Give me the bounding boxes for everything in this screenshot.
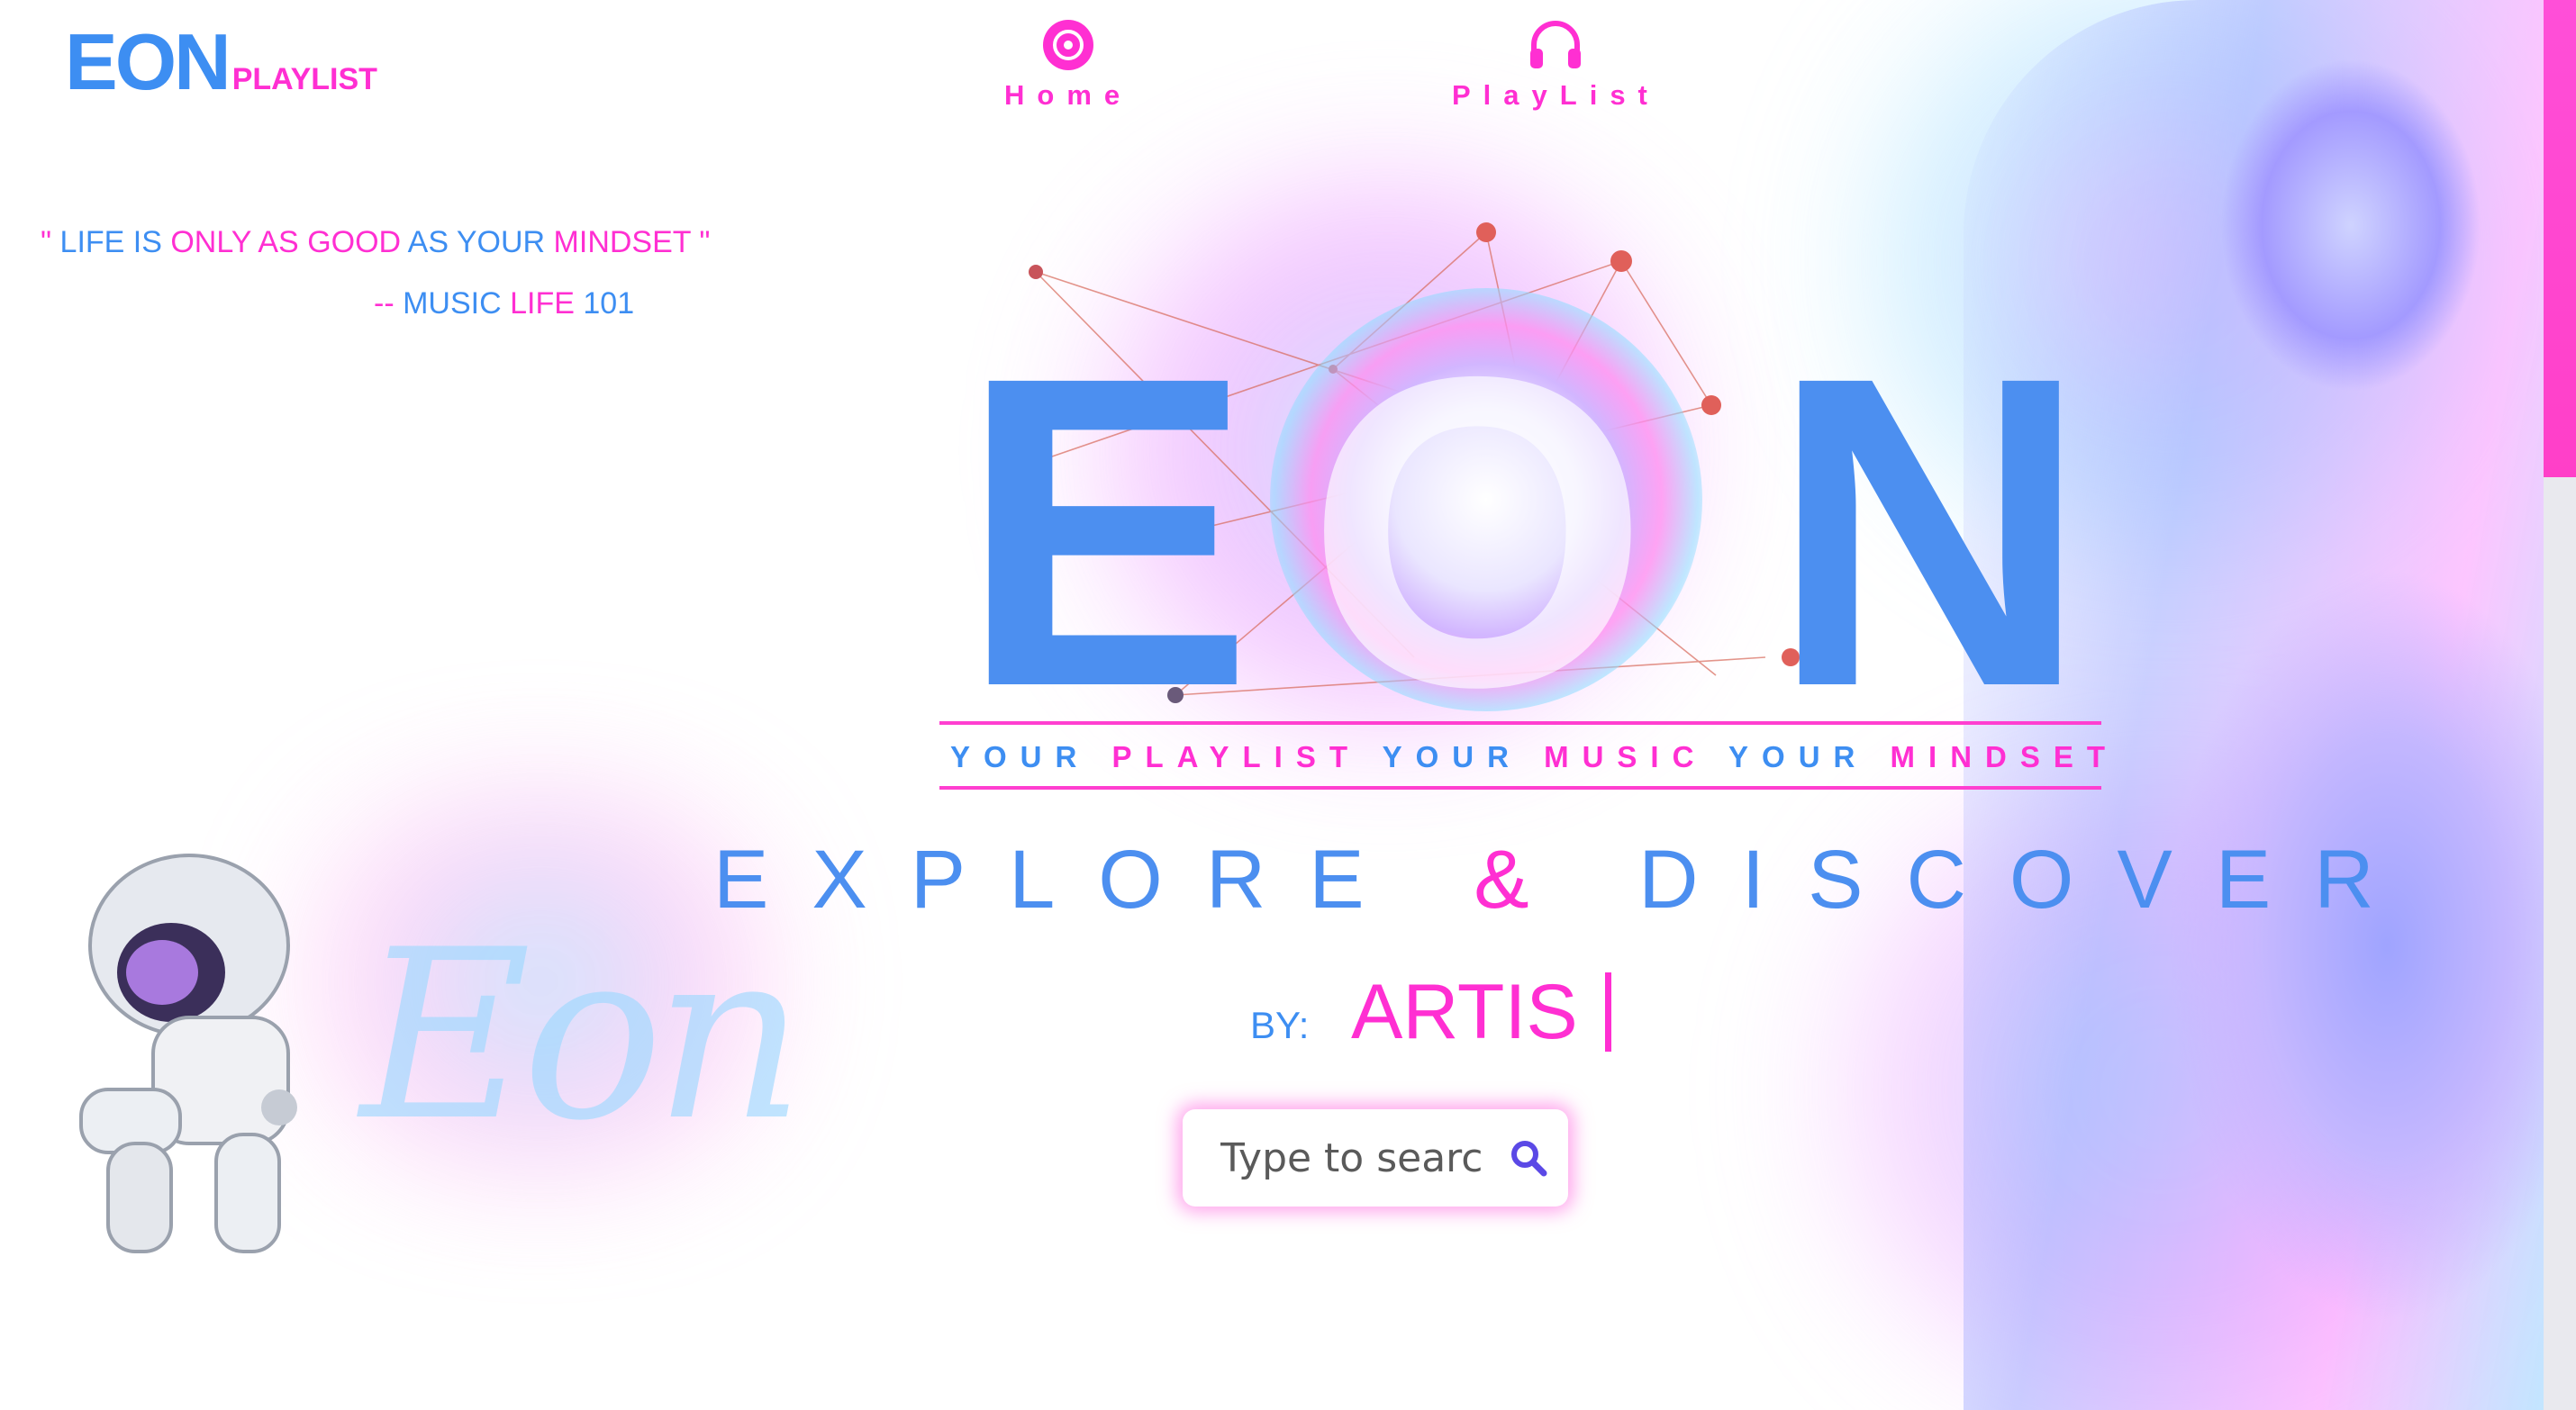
logo-subtext: PLAYLIST — [231, 62, 377, 96]
quote-word: LIFE IS — [59, 225, 162, 259]
tagline-word: YOUR — [1382, 740, 1522, 773]
eon-script-logo: Eon — [360, 900, 805, 1172]
quote-attribution: -- MUSIC LIFE 101 — [374, 286, 634, 321]
search-box — [1183, 1109, 1568, 1207]
logo-text: EON — [65, 17, 231, 106]
quote-open-mark: " — [41, 225, 52, 259]
discover-word: DISCOVER — [1638, 834, 2417, 926]
typing-caret — [1605, 972, 1611, 1052]
explore-ampersand: & — [1474, 834, 1573, 926]
hero-letter-e: E — [959, 285, 1254, 778]
explore-heading: EXPLORE & DISCOVER — [713, 833, 2417, 927]
tagline: YOUR PLAYLIST YOUR MUSIC YOUR MINDSET — [950, 740, 2118, 774]
quote-word: ONLY AS — [170, 225, 299, 259]
scrollbar-thumb[interactable] — [2544, 0, 2576, 477]
quote-word: AS YOUR — [407, 225, 546, 259]
attribution-word: MUSIC — [403, 286, 502, 321]
quote-close-mark: " — [699, 225, 711, 259]
attribution-word: LIFE — [510, 286, 575, 321]
search-button[interactable] — [1501, 1131, 1556, 1185]
nav-playlist[interactable]: PlayList — [1452, 18, 1660, 112]
quote-word: GOOD — [307, 225, 402, 259]
search-icon — [1511, 1141, 1547, 1177]
tagline-word: PLAYLIST — [1111, 740, 1361, 773]
tagline-divider — [939, 721, 2101, 725]
tagline-word: YOUR — [950, 740, 1091, 773]
tagline-word: YOUR — [1728, 740, 1869, 773]
page: Eon EONPLAYLIST Home PlayList " LIFE IS — [0, 0, 2576, 1410]
headphones-icon — [1530, 21, 1582, 68]
hero-letter-o: O — [1306, 285, 1650, 778]
site-logo[interactable]: EON PLAYLIST — [65, 16, 377, 108]
by-label: BY: — [1250, 1004, 1310, 1046]
tagline-word: MUSIC — [1544, 740, 1708, 773]
attribution-word: 101 — [583, 286, 635, 321]
disc-icon — [1043, 20, 1094, 70]
hero-letter-n: N — [1770, 285, 2089, 778]
artist-typewriter-text: ARTIS — [1351, 969, 1578, 1055]
nav-home[interactable]: Home — [1004, 18, 1132, 112]
attribution-dash: -- — [374, 286, 395, 321]
nav-home-label: Home — [1004, 79, 1133, 111]
quote: " LIFE IS ONLY AS GOOD AS YOUR MINDSET " — [41, 225, 710, 260]
astronaut-image — [79, 854, 297, 1253]
search-input[interactable] — [1219, 1134, 1483, 1182]
explore-word: EXPLORE — [713, 834, 1408, 926]
tagline-word: MINDSET — [1890, 740, 2119, 773]
quote-word: MINDSET — [553, 225, 691, 259]
tagline-divider — [939, 786, 2101, 790]
nav-playlist-label: PlayList — [1452, 79, 1660, 111]
